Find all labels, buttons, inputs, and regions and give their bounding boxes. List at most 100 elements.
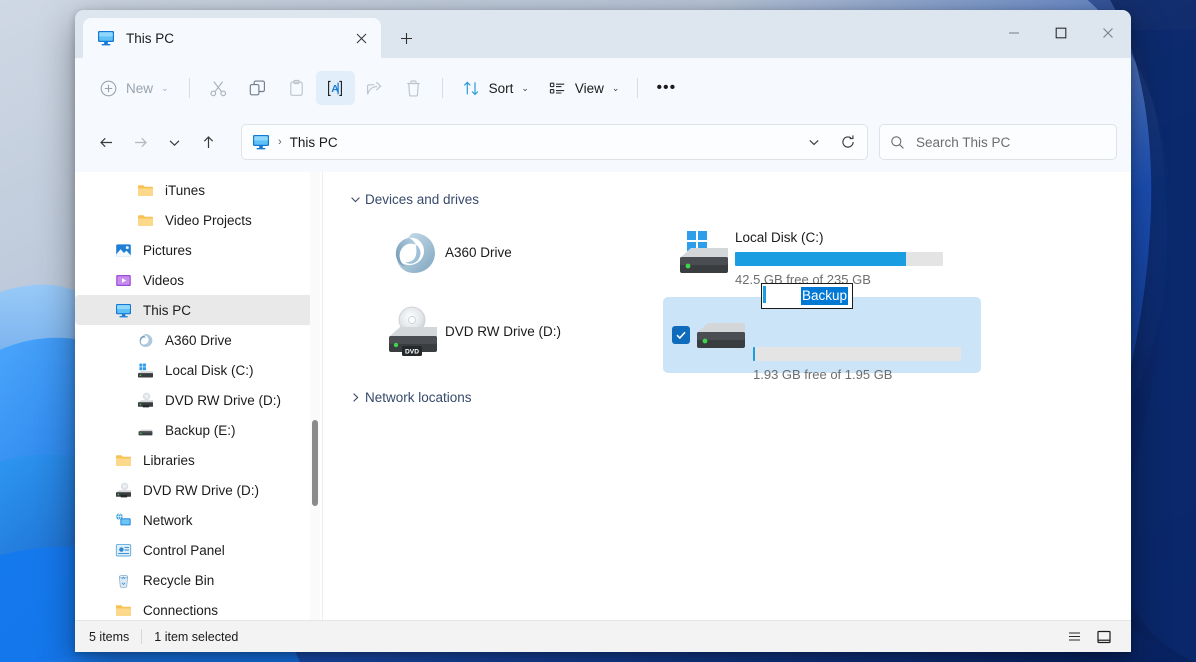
new-button[interactable]: New ⌄ bbox=[89, 71, 178, 105]
close-icon[interactable] bbox=[347, 24, 375, 52]
sidebar-item-network[interactable]: Network bbox=[75, 505, 315, 535]
close-button[interactable] bbox=[1084, 10, 1131, 56]
plus-circle-icon bbox=[98, 78, 119, 99]
drive-tile-backup[interactable]: Backup Backup 1.93 GB free of 1.95 GB bbox=[663, 297, 981, 373]
drive-info: A360 Drive bbox=[445, 239, 655, 267]
sidebar-item-label: Libraries bbox=[143, 453, 195, 468]
up-button[interactable] bbox=[191, 126, 225, 158]
recent-locations-button[interactable] bbox=[157, 126, 191, 158]
drive-name: DVD RW Drive (D:) bbox=[445, 324, 655, 339]
large-icons-view-button[interactable] bbox=[1091, 625, 1117, 649]
this-pc-icon bbox=[97, 29, 115, 47]
capacity-meter bbox=[753, 347, 961, 361]
dvd-drive-icon: DVD bbox=[383, 301, 445, 363]
this-pc-icon bbox=[115, 302, 132, 319]
sidebar-item-libraries[interactable]: Libraries bbox=[75, 445, 315, 475]
sidebar-item-local-disk-c[interactable]: Local Disk (C:) bbox=[75, 355, 315, 385]
navigation-pane: iTunesVideo Projects Pictures Videos This P… bbox=[75, 172, 323, 620]
file-explorer-window: This PC New ⌄ bbox=[75, 10, 1131, 652]
new-button-label: New bbox=[126, 81, 153, 96]
tab-this-pc[interactable]: This PC bbox=[83, 18, 381, 58]
toolbar-divider-3 bbox=[637, 78, 638, 98]
new-tab-button[interactable] bbox=[389, 21, 423, 55]
sidebar-item-a360-drive[interactable]: A360 Drive bbox=[75, 325, 315, 355]
sidebar-item-recycle-bin[interactable]: Recycle Bin bbox=[75, 565, 315, 595]
sidebar-scrollbar-track[interactable] bbox=[310, 172, 320, 620]
tab-label: This PC bbox=[126, 31, 347, 46]
rename-icon: A bbox=[325, 78, 346, 99]
sidebar-item-label: A360 Drive bbox=[165, 333, 232, 348]
copy-button[interactable] bbox=[238, 71, 277, 105]
search-box[interactable]: Search This PC bbox=[879, 124, 1117, 160]
rename-input-value: Backup bbox=[801, 287, 848, 305]
back-button[interactable] bbox=[89, 126, 123, 158]
sidebar-item-videos[interactable]: Videos bbox=[75, 265, 315, 295]
delete-button[interactable] bbox=[394, 71, 433, 105]
folder-icon bbox=[137, 182, 154, 199]
rename-button[interactable]: A bbox=[316, 71, 355, 105]
sidebar-item-this-pc[interactable]: This PC bbox=[75, 295, 315, 325]
cut-button[interactable] bbox=[199, 71, 238, 105]
sort-button-label: Sort bbox=[489, 81, 514, 96]
external-drive-icon bbox=[137, 422, 154, 439]
copy-icon bbox=[247, 78, 268, 99]
folder-icon bbox=[137, 212, 154, 229]
paste-button[interactable] bbox=[277, 71, 316, 105]
trash-icon bbox=[403, 78, 424, 99]
view-icon bbox=[547, 78, 568, 99]
refresh-button[interactable] bbox=[831, 126, 865, 158]
sidebar-item-label: Recycle Bin bbox=[143, 573, 214, 588]
sidebar-item-label: Local Disk (C:) bbox=[165, 363, 254, 378]
minimize-button[interactable] bbox=[990, 10, 1037, 56]
videos-icon bbox=[115, 272, 132, 289]
sidebar-item-video-projects[interactable]: Video Projects bbox=[75, 205, 315, 235]
drive-tile-a360[interactable]: A360 Drive bbox=[345, 218, 663, 288]
svg-text:DVD: DVD bbox=[405, 349, 419, 356]
sort-button[interactable]: Sort ⌄ bbox=[452, 71, 538, 105]
maximize-button[interactable] bbox=[1037, 10, 1084, 56]
drive-tile-dvd-rw-d[interactable]: DVD DVD RW Drive (D:) bbox=[345, 297, 663, 367]
status-divider bbox=[141, 629, 142, 644]
search-input[interactable]: Search This PC bbox=[916, 135, 1010, 150]
sidebar-item-backup-e[interactable]: Backup (E:) bbox=[75, 415, 315, 445]
dvd-drive-icon bbox=[115, 482, 132, 499]
sidebar-item-dvd-rw-drive-d[interactable]: DVD RW Drive (D:) bbox=[75, 475, 315, 505]
share-button[interactable] bbox=[355, 71, 394, 105]
item-count: 5 items bbox=[89, 630, 129, 644]
sidebar-scrollbar-thumb[interactable] bbox=[312, 420, 318, 506]
details-view-button[interactable] bbox=[1061, 625, 1087, 649]
title-bar: This PC bbox=[75, 10, 1131, 58]
selection-checkbox[interactable] bbox=[672, 326, 690, 344]
sidebar-item-label: Backup (E:) bbox=[165, 423, 236, 438]
chevron-down-icon: ⌄ bbox=[161, 83, 169, 94]
sidebar-item-control-panel[interactable]: Control Panel bbox=[75, 535, 315, 565]
rename-input[interactable]: Backup bbox=[761, 283, 853, 309]
text-caret bbox=[763, 286, 766, 303]
sidebar-item-label: Connections bbox=[143, 603, 218, 618]
view-button[interactable]: View ⌄ bbox=[538, 71, 629, 105]
breadcrumb-separator: › bbox=[278, 136, 282, 148]
view-button-label: View bbox=[575, 81, 604, 96]
group-header-network-locations[interactable]: Network locations bbox=[345, 384, 1121, 410]
breadcrumb[interactable]: This PC bbox=[290, 135, 797, 150]
sidebar-item-label: Videos bbox=[143, 273, 184, 288]
group-header-devices-and-drives[interactable]: Devices and drives bbox=[345, 186, 1121, 212]
search-icon bbox=[890, 135, 905, 150]
sidebar-item-label: DVD RW Drive (D:) bbox=[143, 483, 259, 498]
status-bar: 5 items 1 item selected bbox=[75, 620, 1131, 652]
address-dropdown-button[interactable] bbox=[797, 126, 831, 158]
group-label: Network locations bbox=[365, 390, 472, 405]
more-options-button[interactable]: ••• bbox=[647, 71, 685, 105]
command-bar: New ⌄ bbox=[75, 58, 1131, 118]
sidebar-item-label: Pictures bbox=[143, 243, 192, 258]
network-icon bbox=[115, 512, 132, 529]
group-label: Devices and drives bbox=[365, 192, 479, 207]
address-bar[interactable]: › This PC bbox=[241, 124, 868, 160]
sidebar-item-dvd-rw-drive-d[interactable]: DVD RW Drive (D:) bbox=[75, 385, 315, 415]
sidebar-item-pictures[interactable]: Pictures bbox=[75, 235, 315, 265]
share-icon bbox=[364, 78, 385, 99]
sidebar-item-connections[interactable]: Connections bbox=[75, 595, 315, 620]
sidebar-item-itunes[interactable]: iTunes bbox=[75, 175, 315, 205]
forward-button[interactable] bbox=[123, 126, 157, 158]
sidebar-item-label: DVD RW Drive (D:) bbox=[165, 393, 281, 408]
